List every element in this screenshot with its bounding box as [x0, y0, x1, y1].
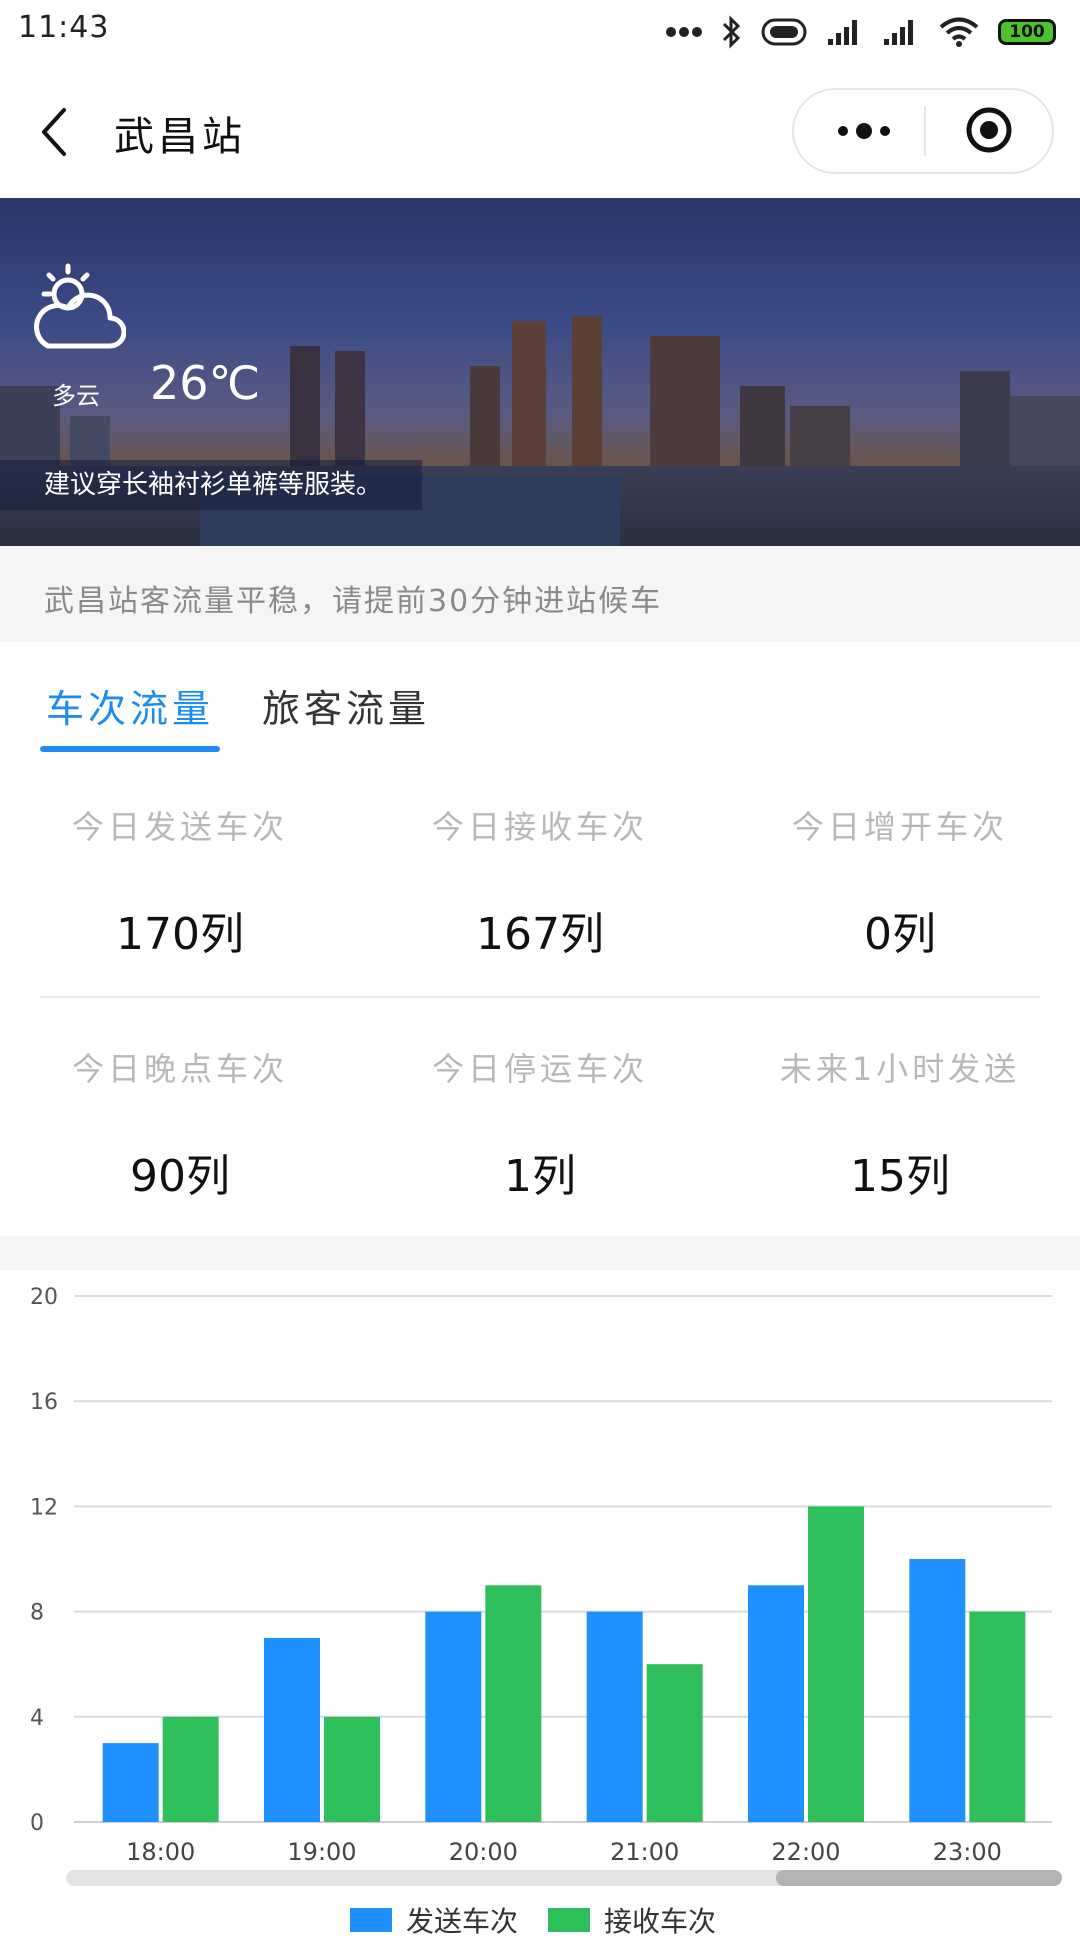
section-gap [0, 1236, 1080, 1270]
weather-condition: 多云 [52, 382, 100, 410]
legend-swatch-receive [548, 1908, 591, 1932]
stat-value: 167列 [476, 909, 604, 960]
stat-label: 未来1小时发送 [779, 1050, 1021, 1088]
active-tab-indicator [40, 746, 220, 752]
chart-legend: 发送车次 接收车次 [350, 1900, 716, 1940]
bar-receive-2000 [485, 1585, 542, 1822]
partly-cloudy-icon [34, 263, 126, 349]
stat-label: 今日晚点车次 [71, 1050, 288, 1088]
stat-label: 今日停运车次 [431, 1050, 648, 1088]
weather-temperature: 26℃ [150, 356, 261, 410]
x-tick-label: 22:00 [771, 1838, 840, 1866]
stat-value: 0列 [864, 909, 936, 960]
stat-added-today: 今日增开车次 0列 [720, 802, 1080, 962]
back-arrow-icon[interactable] [30, 102, 80, 162]
stat-delayed-today: 今日晚点车次 90列 [0, 1044, 360, 1204]
status-time: 11:43 [18, 10, 110, 45]
bar-receive-2300 [969, 1611, 1026, 1822]
dot-icon [880, 126, 890, 136]
bar-receive-1800 [162, 1716, 219, 1822]
bar-receive-2200 [808, 1506, 864, 1822]
stat-received-today: 今日接收车次 167列 [360, 802, 720, 962]
capsule-divider [924, 106, 926, 156]
status-bar: 11:43 100 [0, 0, 1080, 64]
stat-sent-today: 今日发送车次 170列 [0, 802, 360, 962]
stat-value: 15列 [850, 1151, 950, 1202]
legend-label-send: 发送车次 [406, 1905, 519, 1938]
battery-icon: 100 [998, 19, 1056, 45]
x-tick-label: 23:00 [933, 1838, 1002, 1866]
signal-icon-2 [884, 20, 913, 45]
stat-label: 今日增开车次 [791, 808, 1008, 846]
more-menu-button[interactable] [814, 90, 914, 172]
stat-label: 今日接收车次 [431, 808, 648, 846]
y-tick-label: 0 [30, 1811, 44, 1836]
bar-send-2100 [586, 1611, 643, 1822]
stat-suspended-today: 今日停运车次 1列 [360, 1044, 720, 1204]
status-icons: 100 [666, 14, 1056, 50]
nav-bar: 武昌站 [0, 64, 1080, 198]
close-target-icon[interactable] [964, 105, 1014, 155]
x-tick-label: 21:00 [610, 1838, 679, 1866]
stat-label: 今日发送车次 [71, 808, 288, 846]
signal-icon [828, 20, 857, 45]
city-banner: 多云 26℃ 建议穿长袖衬衫单裤等服装。 [0, 198, 1080, 546]
legend-label-receive: 接收车次 [604, 1905, 717, 1938]
bar-send-1900 [264, 1637, 320, 1822]
dot-icon [838, 126, 848, 136]
page-title: 武昌站 [114, 114, 246, 160]
legend-swatch-send [350, 1908, 392, 1932]
chart-scrollbar-thumb[interactable] [776, 1870, 1062, 1886]
x-tick-label: 20:00 [449, 1838, 518, 1866]
legend-item-receive[interactable]: 接收车次 [548, 1900, 716, 1940]
y-tick-label: 12 [30, 1495, 58, 1520]
tab-bar: 车次流量 旅客流量 [0, 642, 1080, 762]
bar-send-2200 [748, 1585, 804, 1822]
tab-train-flow[interactable]: 车次流量 [46, 678, 214, 733]
bar-send-2000 [425, 1611, 482, 1822]
tab-passenger-flow[interactable]: 旅客流量 [262, 678, 430, 733]
y-tick-label: 16 [30, 1390, 58, 1415]
bar-receive-2100 [646, 1664, 703, 1822]
stat-value: 90列 [130, 1151, 230, 1202]
bluetooth-icon [722, 15, 741, 49]
stat-value: 1列 [504, 1151, 576, 1202]
dot-icon [856, 123, 872, 139]
mini-program-capsule [792, 88, 1054, 174]
wifi-icon [939, 17, 979, 47]
stat-next-hour-sent: 未来1小时发送 15列 [720, 1044, 1080, 1204]
bar-send-1800 [102, 1743, 159, 1822]
y-tick-label: 4 [30, 1706, 44, 1731]
stat-value: 170列 [116, 909, 244, 960]
vibrate-icon [761, 18, 807, 46]
bar-chart-svg: 0 4 8 12 16 20 18:00 19:00 20:00 21:00 22:00 23:00 [30, 1285, 1052, 1866]
bar-receive-1900 [324, 1716, 380, 1822]
y-tick-label: 8 [30, 1601, 44, 1626]
stats-divider [40, 996, 1040, 998]
more-dots-icon [666, 27, 702, 37]
notice-text: 武昌站客流量平稳，请提前30分钟进站候车 [44, 584, 663, 619]
hourly-train-chart: 0 4 8 12 16 20 18:00 19:00 20:00 21:00 22:00 23:00 [0, 1270, 1080, 1920]
clothing-advice: 建议穿长袖衬衫单裤等服装。 [0, 460, 423, 510]
x-tick-label: 18:00 [126, 1838, 195, 1866]
legend-item-send[interactable]: 发送车次 [350, 1900, 518, 1940]
bar-send-2300 [909, 1559, 966, 1822]
notice-bar: 武昌站客流量平稳，请提前30分钟进站候车 [0, 546, 1080, 642]
stats-grid: 今日发送车次 170列 今日接收车次 167列 今日增开车次 0列 今日晚点车次… [0, 762, 1080, 1236]
y-tick-label: 20 [30, 1285, 58, 1310]
x-tick-label: 19:00 [287, 1838, 356, 1866]
